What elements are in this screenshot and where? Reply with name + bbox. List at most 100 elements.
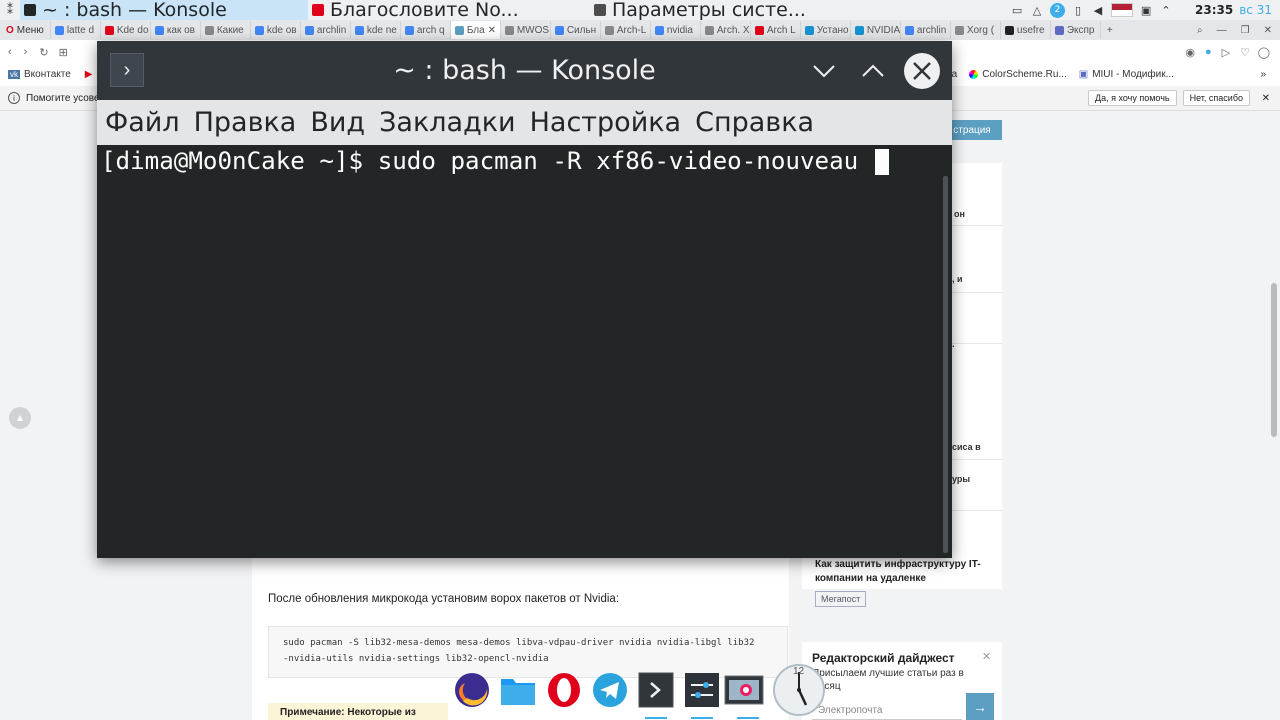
panel-task-label: ~ : bash — Konsole	[42, 0, 227, 20]
browser-tab[interactable]: archlin	[301, 21, 351, 39]
terminal-scrollbar[interactable]	[943, 176, 948, 553]
browser-tab[interactable]: usefre	[1001, 21, 1051, 39]
tab-label: MWOS	[516, 24, 550, 36]
browser-tab[interactable]: Устано	[801, 21, 851, 39]
launcher-icon[interactable]: ⁑	[0, 3, 20, 17]
terminal-icon[interactable]: ›	[110, 53, 144, 87]
reload-icon[interactable]: ↻	[39, 46, 48, 59]
opera-icon: O	[6, 24, 14, 36]
new-tab-icon[interactable]: +	[1101, 25, 1119, 36]
browser-tab[interactable]: kde ne	[351, 21, 401, 39]
dock-konsole[interactable]	[636, 670, 676, 710]
bookmark-miui[interactable]: ▣ MIUI - Модифик...	[1079, 69, 1174, 80]
menu-view[interactable]: Вид	[310, 107, 365, 138]
bell-icon[interactable]: △	[1030, 3, 1044, 17]
menu-settings[interactable]: Настройка	[530, 107, 681, 138]
bookmark-vk[interactable]: vk Вконтакте	[8, 69, 71, 80]
clock[interactable]: 23:35	[1195, 3, 1233, 17]
chevron-up-icon	[862, 64, 884, 77]
minimize-icon[interactable]: —	[1217, 25, 1227, 36]
close-button[interactable]	[904, 53, 940, 89]
menu-bookmarks[interactable]: Закладки	[379, 107, 516, 138]
minimize-button[interactable]	[806, 53, 842, 89]
digest-widget: Редакторский дайджест ✕ Присылаем лучшие…	[802, 642, 1002, 720]
close-icon[interactable]: ✕	[1264, 25, 1272, 36]
browser-tab[interactable]: Arch L	[751, 21, 801, 39]
browser-menu-button[interactable]: O Меню	[0, 21, 51, 39]
dock-system-settings[interactable]	[682, 670, 722, 710]
megapost-tag[interactable]: Мегапост	[815, 591, 867, 607]
email-field[interactable]: Электропочта	[812, 701, 962, 720]
browser-tab[interactable]: Xorg (	[951, 21, 1001, 39]
volume-icon[interactable]: ◀	[1091, 3, 1105, 17]
browser-tab[interactable]: Бла ✕	[450, 21, 501, 39]
tab-label: Xorg (	[966, 24, 995, 36]
shield-icon[interactable]: ●	[1205, 46, 1212, 59]
browser-tab[interactable]: Какие	[201, 21, 251, 39]
speed-dial-icon[interactable]: ⊞	[59, 46, 68, 59]
panel-task[interactable]: Благословите No...	[308, 0, 590, 20]
dock-firefox[interactable]	[452, 670, 492, 710]
menu-edit[interactable]: Правка	[194, 107, 297, 138]
digest-close-icon[interactable]: ✕	[982, 650, 991, 663]
back-icon[interactable]: ‹	[8, 46, 12, 58]
maximize-button[interactable]	[855, 53, 891, 89]
notifications-icon[interactable]: 2	[1050, 2, 1066, 18]
konsole-titlebar[interactable]: ~ : bash — Konsole ›	[97, 41, 952, 100]
panel-task-label: Параметры систе...	[612, 0, 806, 20]
app-icon	[312, 4, 324, 16]
screen-icon[interactable]: ▭	[1010, 3, 1024, 17]
dock-files[interactable]	[498, 670, 538, 710]
dock-opera[interactable]	[544, 670, 584, 710]
browser-tab[interactable]: Экспр	[1051, 21, 1101, 39]
account-icon[interactable]: ◯	[1258, 46, 1270, 59]
bookmarks-more-icon[interactable]: »	[1260, 69, 1266, 80]
restore-icon[interactable]: ❐	[1241, 25, 1250, 36]
sidebar-post-title[interactable]: Как защитить инфраструктуру IT-компании …	[815, 558, 985, 586]
browser-tab[interactable]: archlin	[901, 21, 951, 39]
infobar-yes-button[interactable]: Да, я хочу помочь	[1087, 90, 1177, 106]
panel-task[interactable]: ~ : bash — Konsole	[20, 0, 308, 20]
network-icon[interactable]: ▣	[1139, 3, 1153, 17]
menu-file[interactable]: Файл	[105, 107, 180, 138]
panel-task[interactable]: Параметры систе...	[590, 0, 888, 20]
keyboard-layout-flag-icon[interactable]	[1111, 3, 1134, 17]
browser-tab[interactable]: Сильн	[551, 21, 601, 39]
forward-icon[interactable]: ›	[24, 46, 28, 58]
dock-telegram[interactable]	[590, 670, 630, 710]
browser-tab[interactable]: Arch. X	[701, 21, 751, 39]
subscribe-arrow-button[interactable]: →	[966, 693, 994, 720]
digest-subtitle: Присылаем лучшие статьи раз в месяц	[812, 668, 964, 692]
camera-icon[interactable]: ◉	[1185, 46, 1195, 59]
dock-screenshot[interactable]	[724, 670, 764, 710]
scroll-to-top-button[interactable]: ▲	[9, 407, 31, 429]
browser-tab[interactable]: kde ов	[251, 21, 301, 39]
menu-help[interactable]: Справка	[695, 107, 814, 138]
settings-sliders-icon	[685, 673, 719, 707]
date[interactable]: вс 31	[1239, 3, 1272, 17]
search-tabs-icon[interactable]: ⌕	[1197, 25, 1203, 36]
browser-tab[interactable]: как ов	[151, 21, 201, 39]
page-scrollbar[interactable]	[1271, 283, 1277, 437]
dock-clock[interactable]: 12	[772, 663, 826, 717]
share-icon[interactable]: ▷	[1222, 46, 1230, 59]
bookmark-colorscheme[interactable]: ColorScheme.Ru...	[969, 69, 1067, 80]
browser-tab[interactable]: arch q	[401, 21, 451, 39]
browser-tab[interactable]: nvidia	[651, 21, 701, 39]
tray-expand-icon[interactable]: ⌃	[1159, 3, 1173, 17]
browser-tab[interactable]: latte d	[51, 21, 101, 39]
heart-icon[interactable]: ♡	[1240, 46, 1250, 59]
konsole-icon	[638, 672, 674, 708]
favicon-icon	[604, 25, 614, 35]
konsole-window: ~ : bash — Konsole › Файл Правка Вид Зак…	[97, 41, 952, 558]
browser-tab[interactable]: Kde do	[101, 21, 151, 39]
infobar-no-button[interactable]: Нет, спасибо	[1182, 90, 1250, 106]
browser-tab[interactable]: MWOS	[501, 21, 551, 39]
tab-close-icon[interactable]: ✕	[488, 25, 496, 36]
power-icon[interactable]: ▯	[1071, 3, 1085, 17]
browser-tab[interactable]: Arch-L	[601, 21, 651, 39]
terminal-area[interactable]: [dima@Mo0nCake ~]$ sudo pacman -R xf86-v…	[97, 145, 942, 558]
browser-tab[interactable]: NVIDIA	[851, 21, 901, 39]
tab-label: как ов	[166, 24, 195, 36]
infobar-close-icon[interactable]: ✕	[1262, 93, 1270, 104]
